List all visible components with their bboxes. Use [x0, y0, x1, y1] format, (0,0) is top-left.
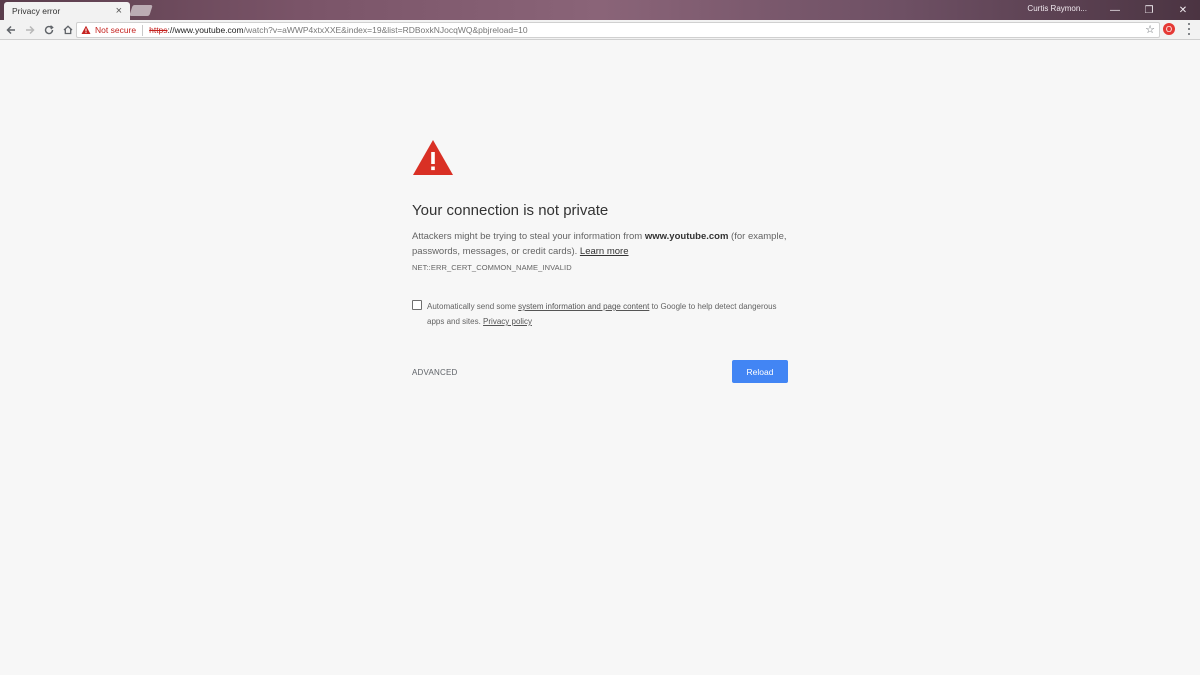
explanation-prefix: Attackers might be trying to steal your …	[412, 231, 645, 242]
home-icon[interactable]	[60, 22, 76, 38]
new-tab-button[interactable]	[129, 5, 153, 16]
url-scheme: https	[149, 25, 168, 35]
address-bar[interactable]: Not secure https://www.youtube.com/watch…	[76, 22, 1160, 38]
opera-extension-icon[interactable]: O	[1163, 23, 1175, 35]
title-bar: Privacy error × Curtis Raymon... — ❐ ✕	[0, 0, 1200, 20]
send-info-checkbox[interactable]	[412, 300, 422, 310]
close-tab-icon[interactable]: ×	[116, 5, 122, 17]
star-icon[interactable]: ☆	[1145, 23, 1155, 36]
system-info-link[interactable]: system information and page content	[518, 302, 649, 311]
window-controls: — ❐ ✕	[1098, 0, 1200, 20]
actions-row: ADVANCED Reload	[412, 360, 788, 383]
url-path: /watch?v=aWWP4xtxXXE&index=19&list=RDBox…	[243, 25, 528, 35]
profile-name[interactable]: Curtis Raymon...	[1027, 4, 1087, 13]
url-host: ://www.youtube.com	[167, 25, 244, 35]
interstitial-content: Your connection is not private Attackers…	[412, 139, 788, 329]
learn-more-link[interactable]: Learn more	[580, 246, 629, 257]
minimize-button[interactable]: —	[1098, 0, 1132, 20]
optin-row: Automatically send some system informati…	[412, 299, 788, 329]
optin-text: Automatically send some system informati…	[427, 299, 788, 329]
domain-name: www.youtube.com	[644, 231, 729, 242]
reload-icon[interactable]	[41, 22, 57, 38]
privacy-policy-link[interactable]: Privacy policy	[483, 317, 532, 326]
back-arrow-icon[interactable]	[3, 22, 19, 38]
forward-arrow-icon[interactable]	[22, 22, 38, 38]
page-title: Your connection is not private	[412, 202, 609, 219]
restore-button[interactable]: ❐	[1132, 0, 1166, 20]
warning-triangle-icon	[413, 140, 453, 175]
tab-title: Privacy error	[12, 6, 61, 16]
warning-icon	[81, 25, 91, 34]
close-window-button[interactable]: ✕	[1166, 0, 1200, 20]
divider	[142, 24, 144, 36]
menu-icon[interactable]	[1185, 22, 1193, 36]
tab-privacy-error[interactable]: Privacy error ×	[4, 2, 130, 20]
not-secure-label[interactable]: Not secure	[95, 25, 136, 35]
error-code: NET::ERR_CERT_COMMON_NAME_INVALID	[412, 263, 572, 272]
explanation-paragraph: Attackers might be trying to steal your …	[412, 229, 788, 259]
reload-button[interactable]: Reload	[732, 360, 788, 383]
browser-toolbar: Not secure https://www.youtube.com/watch…	[0, 20, 1200, 40]
optin-prefix: Automatically send some	[427, 302, 519, 311]
advanced-button[interactable]: ADVANCED	[412, 368, 457, 377]
